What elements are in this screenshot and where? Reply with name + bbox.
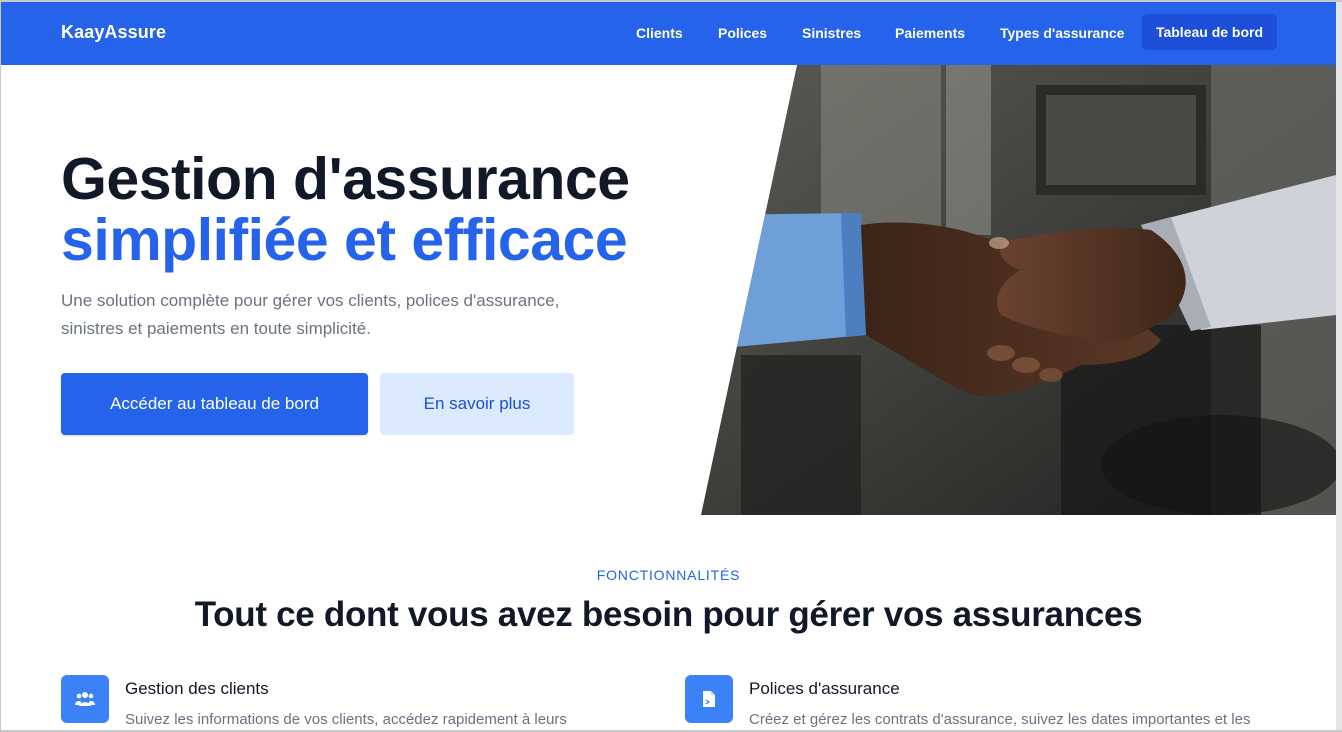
feature-title-polices: Polices d'assurance (749, 679, 900, 698)
nav-link-clients[interactable]: Clients (636, 25, 683, 41)
features-eyebrow: FONCTIONNALITÉS (596, 567, 741, 583)
nav-link-types-assurance[interactable]: Types d'assurance (1000, 25, 1124, 41)
dashboard-nav-button[interactable]: Tableau de bord (1142, 14, 1277, 50)
feature-desc-polices: Créez et gérez les contrats d'assurance,… (749, 711, 1251, 728)
nav-link-sinistres[interactable]: Sinistres (802, 25, 861, 41)
hero-subtitle: Une solution complète pour gérer vos cli… (61, 291, 560, 338)
vertical-scrollbar[interactable] (1336, 2, 1342, 730)
feature-desc-clients: Suivez les informations de vos clients, … (125, 711, 567, 728)
nav-link-paiements[interactable]: Paiements (895, 25, 965, 41)
brand-logo[interactable]: KaayAssure (61, 22, 166, 43)
hero-title-line2: simplifiée et efficace (61, 207, 628, 273)
users-icon (61, 675, 109, 723)
learn-more-button[interactable]: En savoir plus (380, 373, 574, 435)
access-dashboard-button[interactable]: Accéder au tableau de bord (61, 373, 368, 435)
hero-image-handshake (701, 65, 1336, 515)
nav-link-polices[interactable]: Polices (718, 25, 767, 41)
document-icon (685, 675, 733, 723)
feature-title-clients: Gestion des clients (125, 679, 269, 698)
page: KaayAssure Clients Polices Sinistres Pai… (1, 2, 1336, 730)
hero-title-line1: Gestion d'assurance (61, 146, 630, 212)
navbar: KaayAssure Clients Polices Sinistres Pai… (1, 2, 1336, 65)
features-section-title: Tout ce dont vous avez besoin pour gérer… (194, 595, 1143, 634)
